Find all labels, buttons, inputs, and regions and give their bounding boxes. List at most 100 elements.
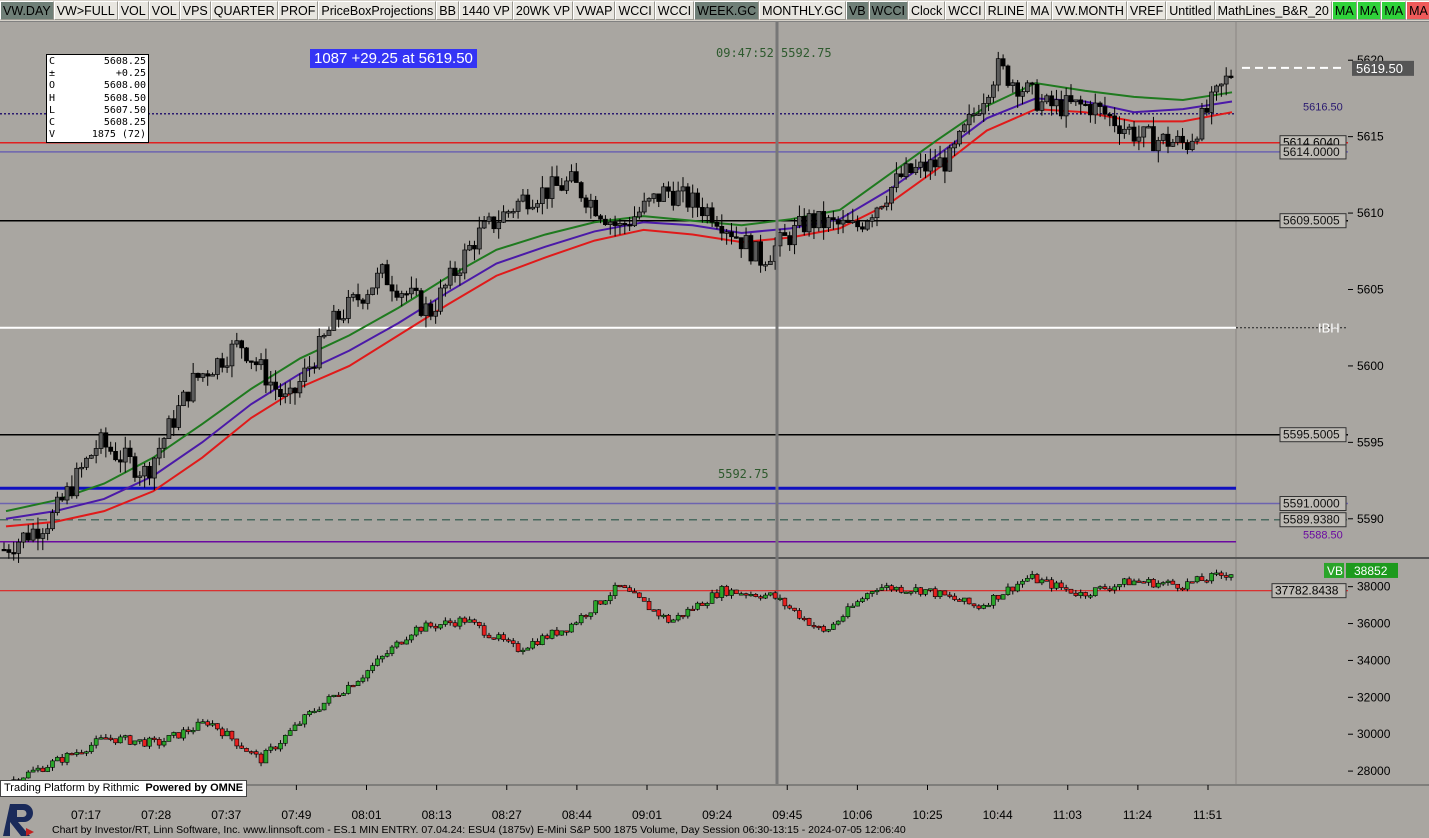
- volume-candle: [1010, 586, 1016, 592]
- toolbar-button-20[interactable]: RLINE: [984, 1, 1028, 20]
- volume-candle: [375, 658, 380, 666]
- volume-candle: [394, 641, 400, 648]
- volume-candle: [35, 767, 41, 771]
- ohlc-row: V 1875 (72): [49, 129, 146, 141]
- toolbar-button-4[interactable]: VPS: [179, 1, 211, 20]
- candle-body: [379, 264, 385, 274]
- toolbar-button-23[interactable]: VREF: [1126, 1, 1167, 20]
- volume-candle: [845, 606, 851, 617]
- toolbar-button-19[interactable]: WCCI: [945, 1, 985, 20]
- candle-body: [457, 272, 463, 276]
- candle-body: [1112, 115, 1118, 127]
- candle-body: [467, 245, 472, 251]
- candle-body: [641, 200, 647, 213]
- volume-candle: [307, 711, 312, 715]
- candle-body: [185, 391, 191, 402]
- candle-body: [79, 466, 84, 470]
- toolbar-button-5[interactable]: QUARTER: [210, 1, 278, 20]
- volume-candle: [181, 729, 186, 739]
- volume-candle: [1020, 580, 1025, 585]
- candle-body: [1175, 135, 1181, 143]
- volume-candle: [957, 599, 962, 602]
- toolbar-button-22[interactable]: VW.MONTH: [1052, 1, 1127, 20]
- volume-candle: [995, 595, 1001, 600]
- candle-body: [879, 206, 885, 209]
- toolbar-button-10[interactable]: 20WK VP: [512, 1, 574, 20]
- candle-body: [1131, 126, 1137, 142]
- candle-body: [758, 241, 763, 266]
- candle-body: [1165, 133, 1171, 147]
- candle-body: [506, 211, 511, 214]
- toolbar-button-11[interactable]: VWAP: [573, 1, 616, 20]
- volume-candle: [908, 591, 914, 594]
- volume-candle: [59, 757, 65, 763]
- candle-body: [394, 290, 400, 298]
- volume-candle: [321, 702, 327, 711]
- toolbar-button-17[interactable]: WCCI: [868, 1, 908, 20]
- candle-body: [273, 381, 278, 390]
- toolbar-button-14[interactable]: WEEK.GC: [694, 1, 760, 20]
- volume-candle: [869, 591, 875, 594]
- candle-body: [462, 249, 468, 274]
- candle-body: [1107, 113, 1113, 117]
- toolbar-button-0[interactable]: VW.DAY: [0, 1, 54, 20]
- ohlc-value: +0.25: [115, 68, 146, 80]
- toolbar-button-13[interactable]: WCCI: [654, 1, 695, 20]
- volume-candle: [680, 615, 686, 618]
- ohlc-key: L: [49, 104, 56, 116]
- volume-candle: [627, 587, 632, 592]
- toolbar-button-26[interactable]: MA: [1331, 1, 1357, 20]
- candle-body: [239, 340, 244, 349]
- volume-candle: [554, 629, 560, 636]
- toolbar-button-24[interactable]: Untitled: [1166, 1, 1215, 20]
- candle-body: [428, 303, 434, 317]
- toolbar-button-29[interactable]: MA: [1406, 1, 1429, 20]
- toolbar-button-9[interactable]: 1440 VP: [458, 1, 513, 20]
- volume-candle: [530, 641, 535, 649]
- candle-body: [957, 130, 962, 145]
- candle-body: [496, 221, 502, 230]
- candle-body: [409, 287, 414, 295]
- volume-candle: [578, 615, 584, 624]
- volume-candle: [481, 625, 487, 636]
- candle-body: [554, 176, 560, 186]
- volume-candle: [355, 681, 361, 686]
- volume-candle: [122, 735, 128, 738]
- volume-candle: [423, 622, 429, 632]
- candle-body: [753, 241, 759, 262]
- toolbar-button-12[interactable]: WCCI: [615, 1, 655, 20]
- toolbar-button-28[interactable]: MA: [1381, 1, 1407, 20]
- toolbar-button-1[interactable]: VW>FULL: [53, 1, 118, 20]
- volume-candle: [1073, 592, 1079, 596]
- toolbar-button-3[interactable]: VOL: [148, 1, 180, 20]
- volume-candle: [258, 753, 264, 764]
- candle-body: [1218, 83, 1224, 87]
- volume-candle: [215, 723, 220, 730]
- volume-candle: [942, 590, 948, 596]
- candle-body: [811, 213, 817, 229]
- volume-candle: [971, 603, 977, 607]
- candle-body: [1073, 99, 1079, 103]
- volume-candle: [452, 622, 458, 627]
- toolbar-button-16[interactable]: VB: [845, 1, 869, 20]
- price-tick-label: 5610: [1357, 206, 1384, 220]
- toolbar-button-2[interactable]: VOL: [117, 1, 149, 20]
- toolbar-button-8[interactable]: BB: [436, 1, 459, 20]
- toolbar-button-27[interactable]: MA: [1356, 1, 1382, 20]
- toolbar-button-7[interactable]: PriceBoxProjections: [318, 1, 437, 20]
- toolbar-button-25[interactable]: MathLines_B&R_20: [1214, 1, 1332, 20]
- toolbar-button-6[interactable]: PROF: [277, 1, 319, 20]
- volume-candle: [336, 694, 341, 698]
- price-tick-label: 5600: [1357, 359, 1384, 373]
- candle-body: [632, 216, 637, 227]
- candle-body: [413, 287, 419, 291]
- candle-body: [355, 294, 361, 301]
- candle-body: [418, 290, 424, 316]
- candle-body: [16, 541, 21, 554]
- toolbar-button-15[interactable]: MONTHLY.GC: [759, 1, 846, 20]
- candle-body: [137, 475, 143, 478]
- candle-body: [598, 215, 603, 220]
- volume-candle: [229, 730, 235, 740]
- toolbar-button-18[interactable]: Clock: [907, 1, 946, 20]
- toolbar-button-21[interactable]: MA: [1027, 1, 1053, 20]
